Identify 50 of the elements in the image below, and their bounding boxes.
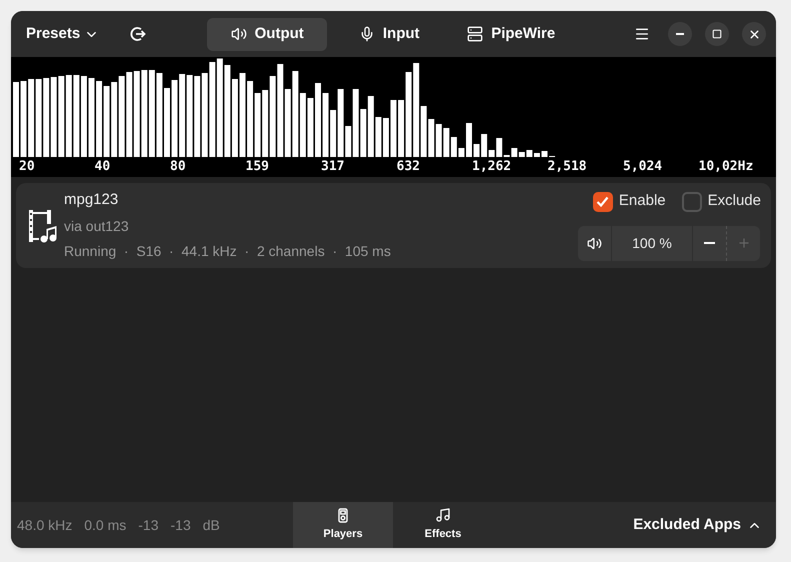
plus-icon bbox=[736, 236, 750, 250]
frequency-label: 317 bbox=[321, 158, 346, 176]
frequency-label: 1,262 bbox=[472, 158, 512, 176]
view-switcher-tab[interactable]: Players bbox=[293, 502, 393, 548]
minimize-button[interactable] bbox=[668, 22, 692, 46]
frequency-label: 80 bbox=[170, 158, 187, 176]
checkmark-icon bbox=[596, 196, 610, 207]
maximize-button[interactable] bbox=[705, 22, 729, 46]
maximize-icon bbox=[712, 29, 722, 39]
frequency-label: 5,024 bbox=[623, 158, 664, 176]
excluded-apps-button[interactable]: Excluded Apps bbox=[633, 514, 762, 536]
frequency-label: 20 bbox=[19, 158, 36, 176]
speaker-icon bbox=[230, 26, 247, 42]
server-icon bbox=[467, 26, 484, 42]
view-tab[interactable]: Output bbox=[207, 18, 328, 50]
frequency-label: 10,02 bbox=[698, 158, 738, 176]
microphone-icon bbox=[358, 26, 375, 42]
unit-label: Hz bbox=[738, 158, 754, 176]
status-text: -13 bbox=[170, 516, 191, 534]
status-text: -13 bbox=[138, 516, 158, 534]
checkbox[interactable] bbox=[592, 192, 613, 212]
view-tab[interactable]: Input bbox=[329, 18, 450, 50]
frequency-label: 2,518 bbox=[548, 158, 588, 176]
app-subtitle: via out123 bbox=[64, 216, 130, 236]
media-player-icon bbox=[338, 508, 348, 523]
music-note-icon bbox=[435, 507, 451, 524]
film-music-icon bbox=[28, 208, 58, 244]
status-text: dB bbox=[202, 516, 220, 534]
minimize-icon bbox=[676, 33, 684, 35]
volume-field[interactable]: 100 % bbox=[612, 226, 692, 261]
frequency-label: 159 bbox=[246, 158, 270, 176]
speaker-icon bbox=[587, 236, 602, 251]
close-icon bbox=[748, 28, 760, 40]
app-name: mpg123 bbox=[64, 190, 120, 210]
frequency-label: 632 bbox=[396, 158, 421, 176]
view-switcher-tab[interactable]: Effects bbox=[393, 502, 493, 548]
view-tab[interactable]: PipeWire bbox=[451, 18, 572, 50]
checkbox[interactable] bbox=[682, 192, 702, 212]
mute-button[interactable] bbox=[578, 226, 612, 261]
checkbox-label: Exclude bbox=[708, 191, 761, 212]
menu-icon bbox=[634, 26, 650, 42]
exit-icon bbox=[130, 26, 146, 42]
presets-button[interactable]: Presets bbox=[17, 18, 108, 50]
status-text: 48.0 kHz bbox=[17, 516, 72, 534]
status-text: 0.0 ms bbox=[84, 516, 126, 534]
stream-details: Running · S16 · 44.1 kHz · 2 channels · 105 ms bbox=[64, 242, 391, 261]
checkbox-label: Enable bbox=[618, 191, 666, 212]
frequency-label: 40 bbox=[94, 158, 112, 176]
minus-icon bbox=[704, 242, 715, 244]
close-button[interactable] bbox=[742, 22, 766, 46]
